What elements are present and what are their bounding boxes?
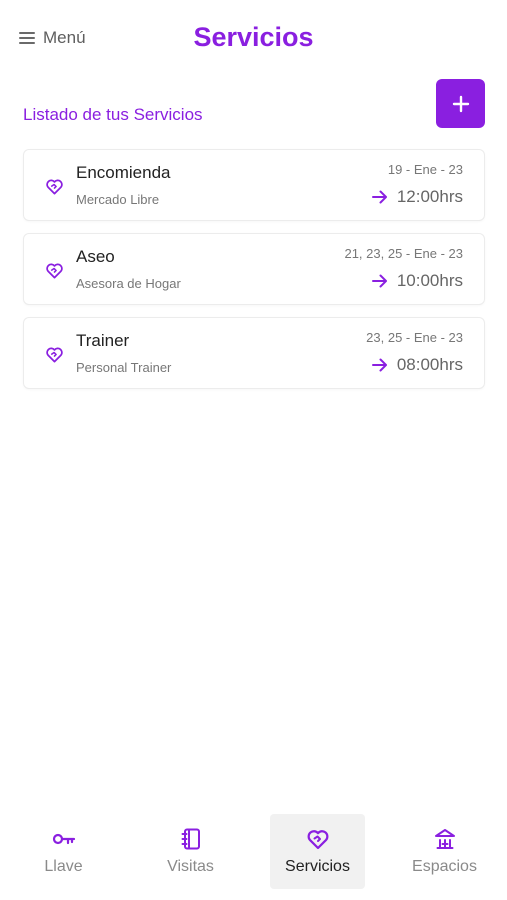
service-time-value: 08:00hrs [396, 355, 463, 374]
service-name: Trainer [76, 331, 130, 350]
nav-item-visitas[interactable]: Visitas [143, 814, 238, 889]
service-time: 12:00hrs [371, 187, 463, 207]
service-card[interactable]: Encomienda Mercado Libre 19 - Ene - 23 1… [23, 149, 485, 221]
service-time-value: 10:00hrs [396, 271, 463, 290]
arrow-right-icon [371, 190, 387, 204]
add-service-button[interactable] [436, 79, 485, 128]
service-dates: 19 - Ene - 23 [387, 162, 463, 177]
heart-hand-icon [307, 830, 328, 850]
service-card[interactable]: Aseo Asesora de Hogar 21, 23, 25 - Ene -… [23, 233, 485, 305]
service-provider: Personal Trainer [76, 360, 172, 375]
nav-item-espacios[interactable]: Espacios [397, 814, 492, 889]
section-title: Listado de tus Servicios [23, 105, 203, 124]
plus-icon [452, 95, 469, 112]
notebook-icon [181, 828, 200, 850]
building-icon [434, 829, 455, 849]
service-card[interactable]: Trainer Personal Trainer 23, 25 - Ene - … [23, 317, 485, 389]
service-time: 08:00hrs [371, 355, 463, 375]
arrow-right-icon [371, 274, 387, 288]
service-name: Aseo [76, 247, 115, 266]
heart-hand-icon [46, 263, 63, 279]
service-provider: Mercado Libre [76, 192, 160, 207]
service-dates: 23, 25 - Ene - 23 [366, 330, 463, 345]
nav-label: Visitas [167, 858, 214, 875]
nav-item-servicios[interactable]: Servicios [270, 814, 365, 889]
service-time-value: 12:00hrs [396, 187, 463, 206]
nav-item-llave[interactable]: Llave [16, 814, 111, 889]
nav-label: Llave [44, 858, 83, 875]
bottom-navigation: Llave Visitas Servicios Espacios [0, 812, 507, 892]
heart-hand-icon [46, 179, 63, 195]
page-title: Servicios [193, 22, 314, 52]
service-provider: Asesora de Hogar [76, 276, 181, 291]
service-time: 10:00hrs [371, 271, 463, 291]
nav-label: Espacios [412, 858, 477, 875]
key-icon [52, 833, 75, 845]
service-dates: 21, 23, 25 - Ene - 23 [344, 246, 463, 261]
services-list: Encomienda Mercado Libre 19 - Ene - 23 1… [23, 149, 485, 401]
heart-hand-icon [46, 347, 63, 363]
header: Menú Servicios [0, 0, 507, 80]
nav-label: Servicios [285, 858, 350, 875]
service-name: Encomienda [76, 163, 171, 182]
arrow-right-icon [371, 358, 387, 372]
